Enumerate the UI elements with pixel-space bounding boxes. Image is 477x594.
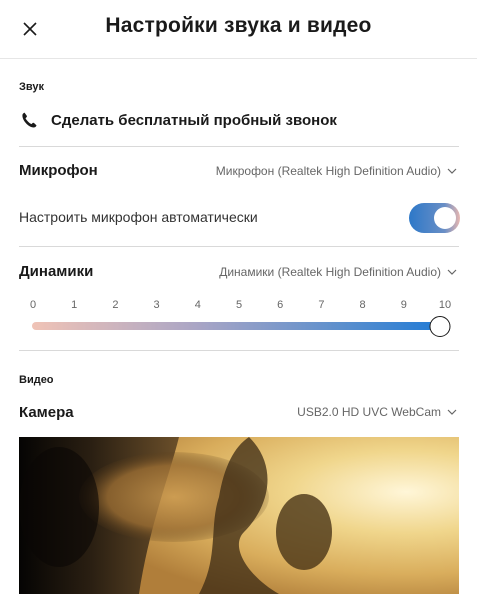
test-call-label: Сделать бесплатный пробный звонок [51, 111, 337, 129]
volume-slider-thumb[interactable] [429, 316, 451, 337]
speakers-selected-device: Динамики (Realtek High Definition Audio) [219, 265, 441, 279]
volume-scale: 0 1 2 3 4 5 6 7 8 9 10 [24, 299, 454, 313]
camera-preview [19, 437, 459, 594]
volume-tick-3: 3 [153, 299, 160, 311]
auto-adjust-mic-label: Настроить микрофон автоматически [19, 209, 258, 225]
volume-tick-0: 0 [29, 299, 37, 311]
volume-tick-6: 6 [277, 299, 284, 311]
divider [19, 146, 459, 147]
volume-tick-9: 9 [400, 299, 407, 311]
toggle-knob [434, 207, 456, 229]
chevron-down-icon [447, 409, 457, 415]
volume-tick-4: 4 [194, 299, 201, 311]
speaker-volume-slider[interactable] [32, 322, 446, 330]
camera-selected-device: USB2.0 HD UVC WebCam [297, 405, 441, 419]
camera-select[interactable]: USB2.0 HD UVC WebCam [297, 405, 457, 419]
microphone-title: Микрофон [19, 162, 98, 179]
phone-icon [22, 112, 37, 128]
microphone-selected-device: Микрофон (Realtek High Definition Audio) [215, 164, 441, 178]
chevron-down-icon [447, 168, 457, 174]
volume-tick-5: 5 [235, 299, 243, 311]
section-label-audio: Звук [19, 81, 45, 93]
chevron-down-icon [447, 269, 457, 275]
speakers-select[interactable]: Динамики (Realtek High Definition Audio) [219, 265, 457, 279]
camera-title: Камера [19, 404, 74, 421]
divider [19, 246, 459, 247]
volume-tick-2: 2 [112, 299, 119, 311]
divider [19, 350, 459, 351]
volume-tick-8: 8 [359, 299, 366, 311]
volume-tick-1: 1 [71, 299, 78, 311]
page-title: Настройки звука и видео [105, 14, 372, 37]
section-label-video: Видео [19, 374, 54, 386]
speakers-title: Динамики [19, 263, 94, 280]
auto-adjust-mic-toggle[interactable] [409, 203, 460, 233]
header: Настройки звука и видео [0, 0, 477, 59]
microphone-select[interactable]: Микрофон (Realtek High Definition Audio) [216, 164, 457, 178]
volume-tick-10: 10 [438, 299, 452, 311]
test-call-button[interactable]: Сделать бесплатный пробный звонок [19, 108, 337, 132]
volume-tick-7: 7 [318, 299, 325, 311]
